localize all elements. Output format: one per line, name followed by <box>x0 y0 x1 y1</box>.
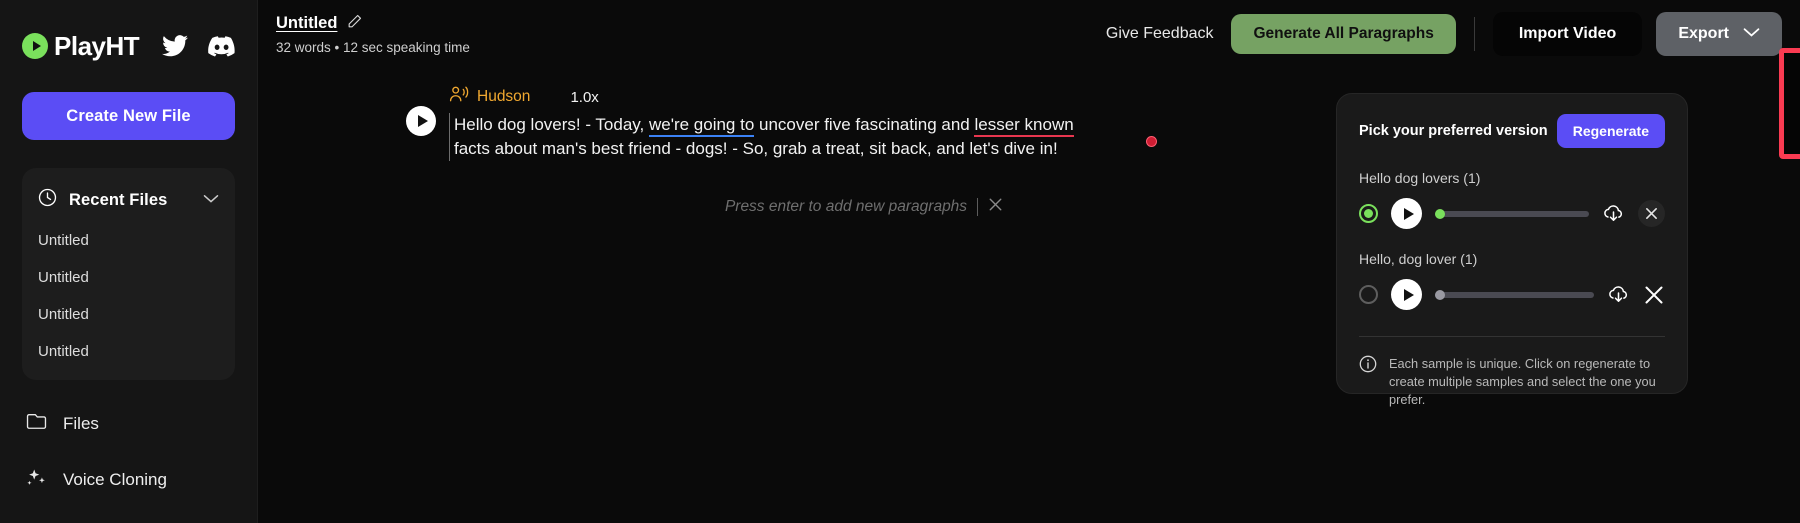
import-video-button[interactable]: Import Video <box>1492 12 1643 56</box>
sample-radio[interactable] <box>1359 285 1378 304</box>
export-dropdown-menu: Each paragraph separately As a single au… <box>1784 53 1800 154</box>
text-segment-blue-underline: we're going to <box>648 115 755 137</box>
menu-item-each-paragraph-separately[interactable]: Each paragraph separately <box>1784 65 1800 104</box>
give-feedback-link[interactable]: Give Feedback <box>1106 25 1214 43</box>
document-stats: 32 words • 12 sec speaking time <box>276 39 470 55</box>
clock-icon <box>38 188 57 212</box>
sample-label: Hello, dog lover (1) <box>1359 251 1478 267</box>
sample-progress-knob[interactable] <box>1435 289 1445 300</box>
sample-remove-button[interactable] <box>1638 200 1665 227</box>
regenerate-button[interactable]: Regenerate <box>1556 114 1665 148</box>
sidebar-item-label: Voice Cloning <box>63 469 167 489</box>
sample-progress-knob[interactable] <box>1435 208 1445 219</box>
sample-controls <box>1359 279 1665 310</box>
version-panel-note-text: Each sample is unique. Click on regenera… <box>1389 356 1656 408</box>
sample-play-button[interactable] <box>1391 198 1422 229</box>
export-button-label: Export <box>1678 25 1729 42</box>
create-new-file-button[interactable]: Create New File <box>22 92 235 140</box>
sidebar: PlayHT Create New File Recent Files Unti… <box>0 0 258 523</box>
version-picker-panel: Pick your preferred version Regenerate H… <box>1336 93 1688 407</box>
page-title[interactable]: Untitled <box>276 14 337 33</box>
recent-files-title: Recent Files <box>69 190 168 209</box>
version-panel-header: Pick your preferred version Regenerate <box>1359 114 1665 148</box>
brand-row: PlayHT <box>22 0 235 92</box>
sparkles-icon <box>26 467 47 492</box>
document-title-row: Untitled <box>276 14 470 34</box>
export-dropdown-highlight: Each paragraph separately As a single au… <box>1779 48 1800 159</box>
sample-radio-selected[interactable] <box>1359 204 1378 223</box>
playback-speed[interactable]: 1.0x <box>570 89 598 106</box>
version-panel-title: Pick your preferred version <box>1359 123 1548 139</box>
sample-remove-button[interactable] <box>1643 284 1665 306</box>
record-indicator[interactable] <box>1146 136 1157 147</box>
text-segment: Hello dog lovers! - Today, <box>454 115 649 134</box>
text-segment-red-underline: lesser known <box>974 115 1074 137</box>
toolbar-actions: Give Feedback Generate All Paragraphs Im… <box>1106 12 1782 56</box>
voice-row: Hudson 1.0x <box>449 86 1109 113</box>
menu-item-as-single-audio-file[interactable]: As a single audio file <box>1784 104 1800 143</box>
cloud-download-icon[interactable] <box>1607 283 1630 306</box>
paragraph-text[interactable]: Hello dog lovers! - Today, we're going t… <box>449 113 1109 162</box>
toolbar-divider <box>1473 17 1475 51</box>
sample-progress-track[interactable] <box>1435 289 1594 300</box>
sample-item: Hello dog lovers (1) <box>1359 170 1665 229</box>
list-item[interactable]: Untitled <box>22 333 235 370</box>
list-item[interactable]: Untitled <box>22 259 235 296</box>
brand-name: PlayHT <box>54 30 140 61</box>
speaker-person-icon[interactable] <box>449 86 469 108</box>
folder-icon <box>26 412 47 435</box>
close-icon[interactable] <box>988 197 1003 217</box>
sidebar-item-files[interactable]: Files <box>22 396 235 451</box>
add-paragraph-hint-text: Press enter to add new paragraphs <box>724 198 968 216</box>
playht-app-window: PlayHT Create New File Recent Files Unti… <box>0 0 1800 523</box>
discord-icon[interactable] <box>208 35 235 57</box>
sidebar-item-voice-cloning[interactable]: Voice Cloning <box>22 451 235 508</box>
voice-name[interactable]: Hudson <box>477 88 530 106</box>
cloud-download-icon[interactable] <box>1602 202 1625 225</box>
play-circle-icon <box>22 33 48 59</box>
sample-item: Hello, dog lover (1) <box>1359 251 1665 310</box>
paragraph-body: Hudson 1.0x Hello dog lovers! - Today, w… <box>449 86 1157 162</box>
social-links <box>162 35 235 57</box>
text-segment: uncover five fascinating and <box>754 115 975 134</box>
sample-progress-track[interactable] <box>1435 208 1589 219</box>
main-content: Untitled 32 words • 12 sec speaking time… <box>258 0 1800 523</box>
version-panel-note: Each sample is unique. Click on regenera… <box>1359 355 1665 409</box>
twitter-icon[interactable] <box>162 35 188 57</box>
sample-play-button[interactable] <box>1391 279 1422 310</box>
pencil-edit-icon[interactable] <box>347 14 362 34</box>
chevron-down-icon <box>1743 25 1760 43</box>
panel-divider <box>1359 336 1665 337</box>
export-button[interactable]: Export <box>1656 12 1782 56</box>
sample-label: Hello dog lovers (1) <box>1359 170 1481 186</box>
text-cursor <box>977 198 979 217</box>
list-item[interactable]: Untitled <box>22 222 235 259</box>
recent-files-header[interactable]: Recent Files <box>22 174 235 222</box>
sample-controls <box>1359 198 1665 229</box>
sidebar-item-label: Files <box>63 413 99 433</box>
paragraph-play-button[interactable] <box>406 106 436 136</box>
document-meta: Untitled 32 words • 12 sec speaking time <box>276 14 470 55</box>
recent-files-card: Recent Files Untitled Untitled Untitled … <box>22 168 235 380</box>
generate-all-paragraphs-button[interactable]: Generate All Paragraphs <box>1231 14 1456 54</box>
top-toolbar: Untitled 32 words • 12 sec speaking time… <box>258 0 1800 68</box>
info-icon <box>1359 355 1377 409</box>
chevron-down-icon[interactable] <box>203 191 219 209</box>
text-segment: facts about man's best friend - dogs! - … <box>454 139 1058 159</box>
list-item[interactable]: Untitled <box>22 296 235 333</box>
